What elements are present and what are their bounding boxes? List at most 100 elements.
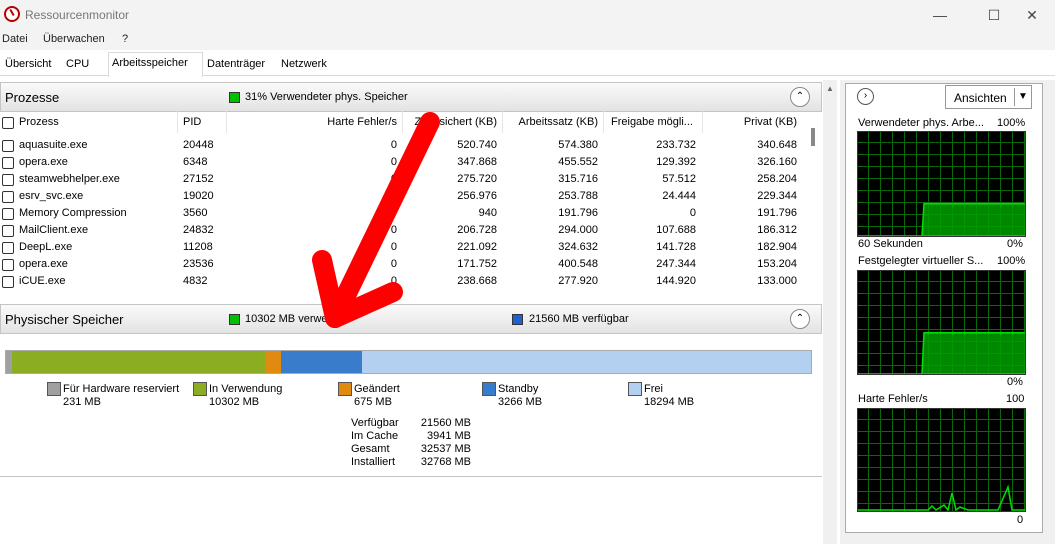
title-bar: Ressourcenmonitor — ☐ ✕ xyxy=(0,0,1055,30)
main-scrollbar[interactable]: ▲ xyxy=(823,80,837,544)
collapse-physical-memory-icon[interactable]: ⌃ xyxy=(790,309,810,329)
table-row[interactable]: aquasuite.exe 20448 0 520.740 574.380 233.732… xyxy=(0,137,810,154)
graph-line xyxy=(858,332,1025,374)
in-use-indicator-icon xyxy=(229,314,240,325)
table-cell: Memory Compression xyxy=(19,207,127,219)
col-harte-fehler[interactable]: Harte Fehler/s xyxy=(226,116,397,128)
in-use-value: 10302 MB xyxy=(209,396,260,408)
table-cell: 57.512 xyxy=(662,173,696,185)
table-cell: 191.796 xyxy=(558,207,598,219)
table-row[interactable]: opera.exe 6348 0 347.868 455.552 129.392 326.1… xyxy=(0,154,810,171)
views-button-label: Ansichten xyxy=(954,91,1007,105)
standby-label: Standby xyxy=(498,383,539,395)
table-row[interactable]: esrv_svc.exe 19020 0 256.976 253.788 24.444 22… xyxy=(0,188,810,205)
menu-help[interactable]: ? xyxy=(122,33,128,45)
table-cell: 324.632 xyxy=(558,241,598,253)
col-arbeitssatz[interactable]: Arbeitssatz (KB) xyxy=(502,116,598,128)
col-prozess[interactable]: Prozess xyxy=(19,116,59,128)
tab-cpu[interactable]: CPU xyxy=(63,55,92,75)
table-header: Prozess PID Harte Fehler/s Zugesichert (… xyxy=(0,111,810,135)
table-cell: 133.000 xyxy=(757,275,797,287)
col-privat[interactable]: Privat (KB) xyxy=(702,116,797,128)
tab-datentraeger[interactable]: Datenträger xyxy=(204,55,268,75)
minimize-button[interactable]: — xyxy=(917,0,963,30)
col-freigabe[interactable]: Freigabe mögli... xyxy=(611,116,693,128)
graph1-title: Verwendeter phys. Arbe... xyxy=(858,117,984,129)
hardware-reserved-swatch xyxy=(47,382,61,396)
table-cell: 107.688 xyxy=(656,224,696,236)
row-checkbox[interactable] xyxy=(2,157,14,169)
hardware-reserved-label: Für Hardware reserviert xyxy=(63,383,180,395)
col-zugesichert[interactable]: Zugesichert (KB) xyxy=(402,116,497,128)
table-cell: 326.160 xyxy=(757,156,797,168)
table-cell: opera.exe xyxy=(19,156,68,168)
row-checkbox[interactable] xyxy=(2,259,14,271)
table-cell: 171.752 xyxy=(457,258,497,270)
col-pid[interactable]: PID xyxy=(183,116,201,128)
table-row[interactable]: MailClient.exe 24832 0 206.728 294.000 107.68… xyxy=(0,222,810,239)
table-cell: esrv_svc.exe xyxy=(19,190,84,202)
memory-bar-segment xyxy=(361,351,811,373)
table-cell: 0 xyxy=(390,207,397,219)
graph-physical-memory xyxy=(857,131,1026,237)
processes-header[interactable]: Prozesse 31% Verwendeter phys. Speicher … xyxy=(0,82,822,112)
table-cell: 24832 xyxy=(183,224,214,236)
table-cell: 27152 xyxy=(183,173,214,185)
free-value: 18294 MB xyxy=(644,396,695,408)
row-checkbox[interactable] xyxy=(2,225,14,237)
table-cell: 144.920 xyxy=(656,275,696,287)
tab-arbeitsspeicher[interactable]: Arbeitsspeicher xyxy=(108,52,203,77)
physical-memory-header[interactable]: Physischer Speicher 10302 MB verwendet 2… xyxy=(0,304,822,334)
resource-monitor-icon xyxy=(4,6,20,22)
table-cell: 182.904 xyxy=(757,241,797,253)
table-cell: 221.092 xyxy=(457,241,497,253)
table-row[interactable]: DeepL.exe 11208 0 221.092 324.632 141.728 182.… xyxy=(0,239,810,256)
in-use-indicator: 10302 MB verwendet xyxy=(245,313,349,325)
row-checkbox[interactable] xyxy=(2,140,14,152)
views-button[interactable]: Ansichten ▼ xyxy=(945,85,1032,109)
legend-hardware-reserved: Für Hardware reserviert 231 MB xyxy=(47,382,197,412)
legend-modified: Geändert 675 MB xyxy=(338,382,438,412)
table-cell: 0 xyxy=(390,156,397,168)
row-checkbox[interactable] xyxy=(2,174,14,186)
graph3-footer-right: 0 xyxy=(1017,514,1024,526)
tab-uebersicht[interactable]: Übersicht xyxy=(2,55,54,75)
close-button[interactable]: ✕ xyxy=(1009,0,1055,30)
tab-bar: Übersicht CPU Arbeitsspeicher Datenträge… xyxy=(0,50,1055,77)
table-cell: 455.552 xyxy=(558,156,598,168)
modified-swatch xyxy=(338,382,352,396)
row-checkbox[interactable] xyxy=(2,191,14,203)
table-row[interactable]: Memory Compression 3560 0 940 191.796 0 191.79… xyxy=(0,205,810,222)
table-cell: 3560 xyxy=(183,207,208,219)
menu-datei[interactable]: Datei xyxy=(2,33,28,45)
table-cell: 206.728 xyxy=(457,224,497,236)
menu-ueberwachen[interactable]: Überwachen xyxy=(43,33,105,45)
table-cell: DeepL.exe xyxy=(19,241,73,253)
table-row[interactable]: opera.exe 23536 0 171.752 400.548 247.344 153.… xyxy=(0,256,810,273)
processes-indicator: 31% Verwendeter phys. Speicher xyxy=(245,91,408,103)
table-cell: 253.788 xyxy=(558,190,598,202)
table-cell: iCUE.exe xyxy=(19,275,66,287)
table-row[interactable]: steamwebhelper.exe 27152 0 275.720 315.716 57… xyxy=(0,171,810,188)
row-checkbox[interactable] xyxy=(2,242,14,254)
summary-row-installiert: Installiert 32768 MB xyxy=(351,456,471,468)
scroll-up-icon[interactable]: ▲ xyxy=(826,84,834,93)
standby-value: 3266 MB xyxy=(498,396,543,408)
collapse-processes-icon[interactable]: ⌃ xyxy=(790,87,810,107)
table-cell: 19020 xyxy=(183,190,214,202)
table-cell: 275.720 xyxy=(457,173,497,185)
tab-netzwerk[interactable]: Netzwerk xyxy=(278,55,330,75)
row-checkbox[interactable] xyxy=(2,208,14,220)
views-dropdown-icon[interactable]: ▼ xyxy=(1018,91,1028,102)
table-cell: 0 xyxy=(390,224,397,236)
graph2-title: Festgelegter virtueller S... xyxy=(858,255,984,267)
table-cell: 247.344 xyxy=(656,258,696,270)
table-cell: 315.716 xyxy=(558,173,598,185)
expand-panel-icon[interactable]: › xyxy=(857,88,874,105)
available-indicator: 21560 MB verfügbar xyxy=(529,313,629,325)
table-cell: 153.204 xyxy=(757,258,797,270)
row-checkbox[interactable] xyxy=(2,276,14,288)
process-table-scrollbar[interactable] xyxy=(808,114,820,294)
table-row[interactable]: iCUE.exe 4832 0 238.668 277.920 144.920 133.00… xyxy=(0,273,810,290)
select-all-checkbox[interactable] xyxy=(2,117,14,129)
